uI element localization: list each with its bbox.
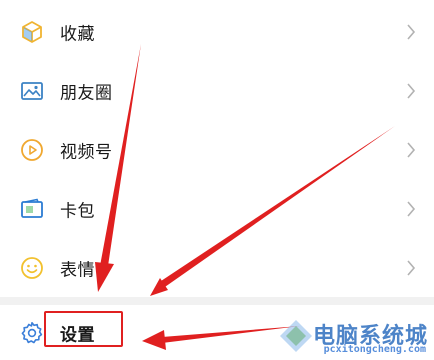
favorites-cube-icon xyxy=(20,20,44,44)
chevron-right-icon xyxy=(406,200,416,217)
watermark: 电脑系统城 pcxitongcheng.com xyxy=(280,314,432,360)
menu-item-label: 朋友圈 xyxy=(60,83,113,103)
watermark-url: pcxitongcheng.com xyxy=(323,344,426,355)
menu-item-label: 卡包 xyxy=(60,201,95,221)
menu-item-channels[interactable]: 视频号 xyxy=(0,120,434,179)
chevron-right-icon xyxy=(406,141,416,158)
channels-play-icon xyxy=(20,138,44,162)
menu-item-moments[interactable]: 朋友圈 xyxy=(0,61,434,120)
moments-picture-icon xyxy=(20,79,44,103)
card-wallet-icon xyxy=(20,197,44,221)
chevron-right-icon xyxy=(406,82,416,99)
menu-item-stickers[interactable]: 表情 xyxy=(0,238,434,297)
section-gap xyxy=(0,297,434,305)
menu-item-favorites[interactable]: 收藏 xyxy=(0,2,434,61)
menu-item-card-wallet[interactable]: 卡包 xyxy=(0,179,434,238)
menu-item-label: 视频号 xyxy=(60,142,113,162)
menu-item-label: 表情 xyxy=(60,260,95,280)
gear-icon xyxy=(20,321,44,345)
menu-item-label: 收藏 xyxy=(60,24,95,44)
settings-highlight-box xyxy=(44,311,123,347)
chevron-right-icon xyxy=(406,259,416,276)
watermark-logo-icon xyxy=(280,320,312,352)
sticker-smile-icon xyxy=(20,256,44,280)
chevron-right-icon xyxy=(406,23,416,40)
